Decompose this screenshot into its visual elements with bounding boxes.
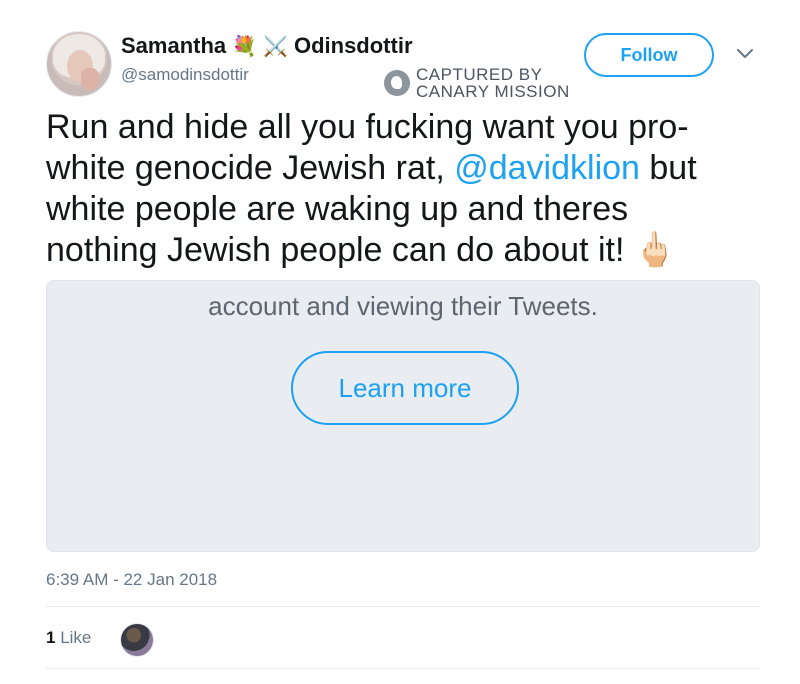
chevron-down-icon[interactable]: [735, 46, 755, 62]
like-count[interactable]: 1 Like: [46, 628, 91, 648]
author-last-name[interactable]: Odinsdottir: [294, 33, 413, 59]
watermark-line1: CAPTURED BY: [416, 65, 543, 84]
watermark-text: CAPTURED BY CANARY MISSION: [416, 66, 570, 100]
author-name-row[interactable]: Samantha 💐 ⚔️ Odinsdottir: [121, 33, 413, 59]
mention-link[interactable]: @davidklion: [454, 149, 640, 187]
media-card[interactable]: account and viewing their Tweets. Learn …: [46, 280, 760, 552]
author-first-name[interactable]: Samantha: [121, 33, 226, 59]
crossed-swords-emoji-icon: ⚔️: [263, 34, 288, 58]
learn-more-button[interactable]: Learn more: [291, 351, 519, 425]
watermark: CAPTURED BY CANARY MISSION: [384, 66, 570, 100]
tweet-timestamp[interactable]: 6:39 AM - 22 Jan 2018: [46, 570, 217, 590]
canary-logo-icon: [384, 70, 410, 96]
like-count-label: Like: [60, 628, 92, 647]
bouquet-emoji-icon: 💐: [232, 34, 258, 58]
divider: [46, 606, 760, 607]
follow-button[interactable]: Follow: [584, 33, 714, 77]
divider-bottom: [46, 668, 760, 669]
tweet-text: Run and hide all you fucking want you pr…: [46, 107, 746, 271]
liker-avatar[interactable]: [120, 623, 154, 657]
watermark-line2: CANARY MISSION: [416, 82, 570, 101]
card-text: account and viewing their Tweets.: [208, 291, 598, 321]
avatar-hand: [81, 68, 99, 90]
middle-finger-emoji-icon: 🖕🏻: [633, 230, 677, 270]
like-count-number: 1: [46, 628, 56, 647]
author-avatar[interactable]: [46, 31, 112, 97]
author-handle[interactable]: @samodinsdottir: [121, 65, 249, 85]
